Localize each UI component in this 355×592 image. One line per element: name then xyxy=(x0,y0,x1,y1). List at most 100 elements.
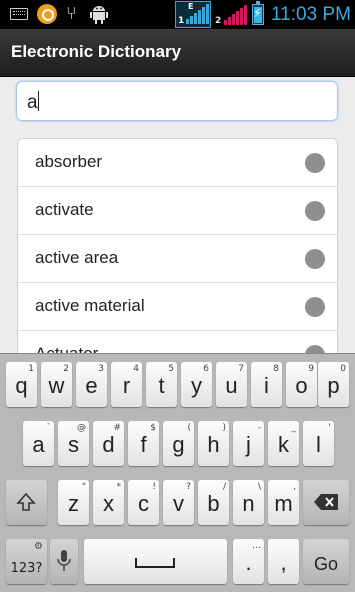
key-j[interactable]: -j xyxy=(233,421,264,466)
key-label: a xyxy=(32,432,45,457)
go-button-label: Go xyxy=(313,554,338,574)
key-w[interactable]: 2w xyxy=(41,362,72,407)
microphone-icon xyxy=(57,550,71,571)
key-r[interactable]: 4r xyxy=(111,362,142,407)
key-label: m xyxy=(274,491,293,516)
key-o[interactable]: 9o xyxy=(286,362,317,407)
key-label: p xyxy=(327,373,340,398)
key-label: i xyxy=(264,373,269,398)
key-label: q xyxy=(15,373,28,398)
key-label: h xyxy=(207,432,220,457)
text-cursor xyxy=(37,91,39,111)
key-i[interactable]: 8i xyxy=(251,362,282,407)
app-title: Electronic Dictionary xyxy=(11,42,182,61)
key-n[interactable]: \ n xyxy=(233,480,264,525)
key-label: t xyxy=(158,373,165,398)
key-label: e xyxy=(85,373,98,398)
microphone-key[interactable] xyxy=(50,539,78,584)
key-u[interactable]: 7u xyxy=(216,362,247,407)
signal-sim2-icon: 2 xyxy=(214,1,248,28)
list-item[interactable]: absorber xyxy=(18,139,337,187)
sim1-label: 1 xyxy=(178,16,185,26)
usb-icon: ⑂ xyxy=(66,3,77,24)
key-z[interactable]: " z xyxy=(58,480,89,525)
results-list: absorber activate active area active mat… xyxy=(17,138,338,353)
key-l[interactable]: ' l xyxy=(303,421,334,466)
list-item-label: active area xyxy=(35,248,119,267)
key-label: j xyxy=(246,432,251,457)
backspace-key[interactable] xyxy=(303,480,349,525)
list-item-label: activate xyxy=(35,200,94,219)
app-title-bar: Electronic Dictionary xyxy=(0,29,355,77)
key-q[interactable]: 1q xyxy=(6,362,37,407)
key-label: d xyxy=(102,432,115,457)
key-m[interactable]: ,m xyxy=(268,480,299,525)
symbols-key[interactable]: ⚙ 123? xyxy=(6,539,47,584)
period-key[interactable]: …. xyxy=(233,539,264,584)
key-label: y xyxy=(191,373,202,398)
key-y[interactable]: 6y xyxy=(181,362,212,407)
key-c[interactable]: ! c xyxy=(128,480,159,525)
key-a[interactable]: ` a xyxy=(23,421,54,466)
key-label: g xyxy=(172,432,185,457)
keyboard-icon xyxy=(10,8,28,20)
key-label: b xyxy=(207,491,220,516)
key-label: n xyxy=(242,491,255,516)
status-time: 11:03 PM xyxy=(271,4,351,25)
shift-key[interactable] xyxy=(6,480,47,525)
key-f[interactable]: $ f xyxy=(128,421,159,466)
key-s[interactable]: @ s xyxy=(58,421,89,466)
key-b[interactable]: / b xyxy=(198,480,229,525)
key-g[interactable]: (g xyxy=(163,421,194,466)
main-content: a absorber activate active area active m… xyxy=(0,77,355,353)
key-label: u xyxy=(225,373,238,398)
key-k[interactable]: _ k xyxy=(268,421,299,466)
key-label: w xyxy=(48,373,65,398)
status-dot-icon xyxy=(305,297,325,317)
orange-app-icon xyxy=(37,4,57,24)
key-d[interactable]: # d xyxy=(93,421,124,466)
spacebar-icon xyxy=(135,558,175,568)
status-dot-icon xyxy=(305,153,325,173)
list-item[interactable]: active material xyxy=(18,283,337,331)
status-bar: ⑂ 1 E 2 ⚡ 11:03 PM xyxy=(0,0,355,29)
shift-icon xyxy=(16,492,36,511)
gear-icon: ⚙ xyxy=(34,541,43,552)
status-dot-icon xyxy=(305,201,325,221)
key-label: r xyxy=(122,373,131,398)
list-item-label: active material xyxy=(35,296,145,315)
backspace-icon xyxy=(314,494,338,510)
key-label: v xyxy=(173,491,184,516)
symbols-key-label: 123? xyxy=(10,561,43,576)
list-item-label: absorber xyxy=(35,152,103,171)
key-h[interactable]: ) h xyxy=(198,421,229,466)
list-item[interactable]: Actuator xyxy=(18,331,337,353)
soft-keyboard: 1q 2w 3e 4r 5t 6y 7u 8i 9o 0p ` a @ s # d $… xyxy=(0,353,355,592)
key-label: z xyxy=(68,491,79,516)
status-dot-icon xyxy=(305,249,325,269)
signal-sim1-icon: 1 E xyxy=(175,1,211,28)
go-button[interactable]: Go xyxy=(303,539,349,584)
sim2-label: 2 xyxy=(215,16,222,26)
key-label: o xyxy=(295,373,308,398)
status-dot-icon xyxy=(305,345,325,353)
key-p[interactable]: 0p xyxy=(318,362,349,407)
charging-bolt-icon: ⚡ xyxy=(253,6,262,20)
search-input-value: a xyxy=(27,92,38,113)
key-label: c xyxy=(138,491,149,516)
search-input[interactable]: a xyxy=(16,81,338,121)
key-e[interactable]: 3e xyxy=(76,362,107,407)
key-t[interactable]: 5t xyxy=(146,362,177,407)
key-v[interactable]: ? v xyxy=(163,480,194,525)
android-icon xyxy=(90,6,108,24)
list-item[interactable]: activate xyxy=(18,187,337,235)
list-item-label: Actuator xyxy=(35,344,98,353)
key-label: k xyxy=(278,432,289,457)
comma-key[interactable]: , xyxy=(268,539,299,584)
key-label: s xyxy=(68,432,79,457)
key-label: , xyxy=(280,550,287,575)
list-item[interactable]: active area xyxy=(18,235,337,283)
key-x[interactable]: * x xyxy=(93,480,124,525)
key-label: x xyxy=(103,491,114,516)
space-key[interactable] xyxy=(84,539,227,584)
